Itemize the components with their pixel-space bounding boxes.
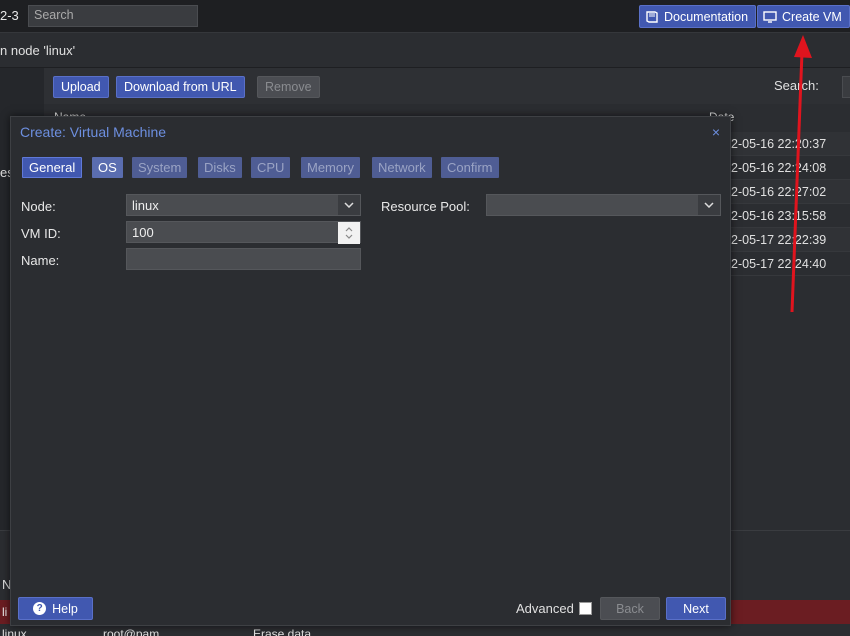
node-header: n node 'linux' xyxy=(0,33,850,68)
row-date: 2-05-16 22:27:02 xyxy=(731,185,827,199)
documentation-label: Documentation xyxy=(664,9,749,24)
tab-general[interactable]: General xyxy=(22,157,83,178)
row-date: 2-05-17 22:24:40 xyxy=(731,257,827,271)
vmid-input[interactable]: 100 xyxy=(126,221,361,244)
resource-pool-select[interactable] xyxy=(486,194,721,216)
search-input[interactable]: Search xyxy=(28,5,198,27)
resource-pool-label: Resource Pool: xyxy=(381,199,470,214)
log-description: Erase data xyxy=(253,627,312,636)
vmid-label: VM ID: xyxy=(21,226,61,241)
search-label: Search: xyxy=(774,78,819,93)
tab-cpu[interactable]: CPU xyxy=(251,157,291,178)
tab-memory[interactable]: Memory xyxy=(301,157,360,178)
row-date: 2-05-16 22:20:37 xyxy=(731,137,827,151)
node-title: n node 'linux' xyxy=(0,43,76,58)
storage-toolbar: Upload Download from URL | Remove Search… xyxy=(44,68,850,104)
spinner-icon[interactable] xyxy=(338,222,360,244)
advanced-label: Advanced xyxy=(516,601,574,616)
log-row-label: li xyxy=(2,605,8,619)
back-button[interactable]: Back xyxy=(600,597,660,620)
help-label: Help xyxy=(52,601,78,616)
row-date: 2-05-16 22:24:08 xyxy=(731,161,827,175)
advanced-checkbox[interactable] xyxy=(579,602,592,615)
tab-network[interactable]: Network xyxy=(372,157,432,178)
next-button[interactable]: Next xyxy=(666,597,726,620)
name-label: Name: xyxy=(21,253,60,268)
help-button[interactable]: ? Help xyxy=(18,597,93,620)
question-icon: ? xyxy=(33,602,47,615)
tab-confirm[interactable]: Confirm xyxy=(441,157,499,178)
top-bar: 2-3 Search Documentation Create VM xyxy=(0,0,850,33)
create-vm-dialog: Create: Virtual Machine × General OS Sys… xyxy=(10,116,731,626)
create-vm-button[interactable]: Create VM xyxy=(757,5,850,28)
node-label: Node: xyxy=(21,199,56,214)
log-node: linux xyxy=(2,627,27,636)
name-input[interactable] xyxy=(126,248,361,270)
upload-button[interactable]: Upload xyxy=(53,76,109,98)
dialog-title: Create: Virtual Machine xyxy=(20,124,167,140)
grid-search-input[interactable] xyxy=(842,76,850,98)
documentation-button[interactable]: Documentation xyxy=(639,5,757,28)
create-vm-label: Create VM xyxy=(782,9,842,24)
download-url-button[interactable]: Download from URL xyxy=(116,76,245,98)
vmid-value: 100 xyxy=(132,225,154,240)
close-icon[interactable]: × xyxy=(712,124,720,140)
version-label: 2-3 xyxy=(0,8,19,23)
row-date: 2-05-16 23:15:58 xyxy=(731,209,827,223)
tab-disks[interactable]: Disks xyxy=(198,157,242,178)
remove-button[interactable]: Remove xyxy=(257,76,320,98)
row-date: 2-05-17 22:22:39 xyxy=(731,233,827,247)
node-value: linux xyxy=(132,198,159,213)
node-select[interactable]: linux xyxy=(126,194,361,216)
monitor-icon xyxy=(763,10,777,23)
log-user: root@pam xyxy=(103,627,160,636)
tab-system[interactable]: System xyxy=(132,157,188,178)
chevron-down-icon[interactable] xyxy=(698,195,720,215)
chevron-down-icon[interactable] xyxy=(338,195,360,215)
tab-os[interactable]: OS xyxy=(92,157,123,178)
book-icon xyxy=(646,10,658,23)
